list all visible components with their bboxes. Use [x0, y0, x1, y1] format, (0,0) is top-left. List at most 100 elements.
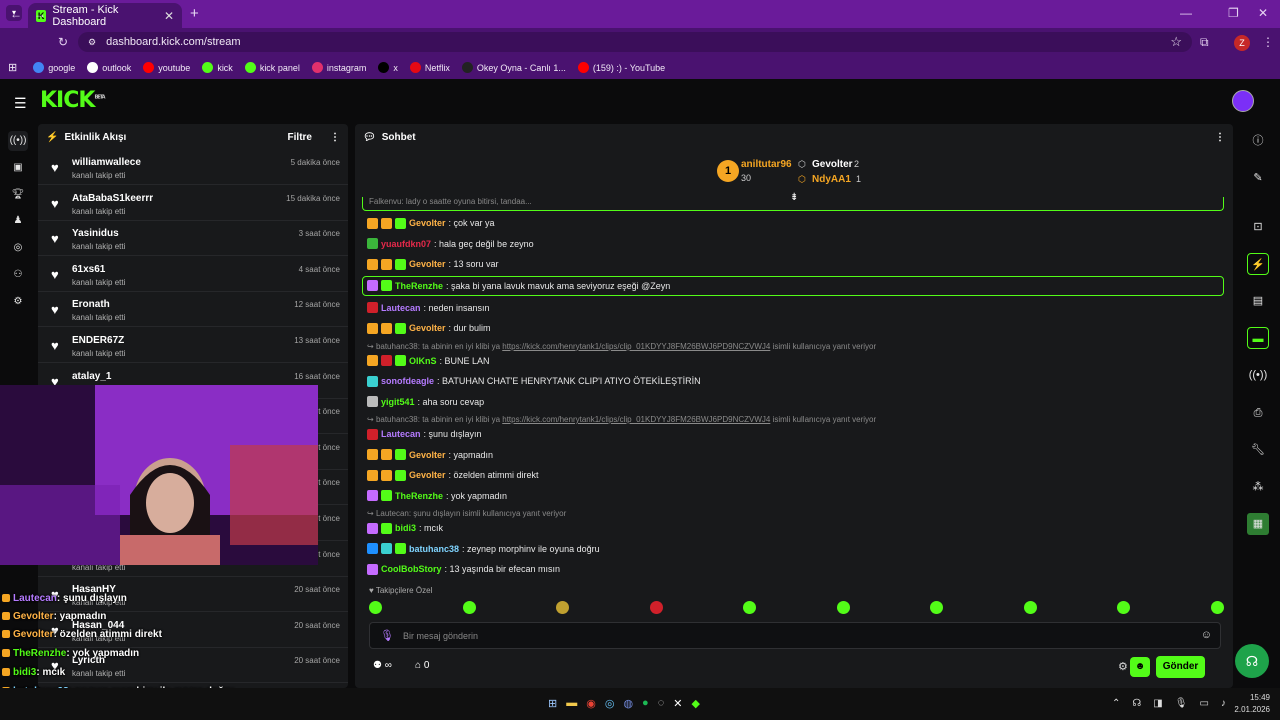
- extensions-icon[interactable]: ⧉: [1200, 35, 1209, 50]
- capture-icon[interactable]: ⊡: [1247, 216, 1269, 238]
- quick-emote[interactable]: [556, 601, 569, 614]
- chat-message[interactable]: sonofdeagle: BATUHAN CHAT'E HENRYTANK CL…: [367, 372, 1227, 390]
- chat-message[interactable]: Gevolter: 13 soru var: [367, 255, 1227, 273]
- quick-emote[interactable]: [930, 601, 943, 614]
- activity-event[interactable]: ♥ 61xs61 kanalı takip etti 4 saat önce: [38, 257, 348, 292]
- quick-emote[interactable]: [1023, 601, 1037, 614]
- headphones-icon[interactable]: ☊: [1132, 698, 1141, 709]
- info-icon[interactable]: ⓘ: [1247, 130, 1269, 152]
- chat-message[interactable]: CoolBobStory: 13 yaşında bir efecan mısı…: [367, 560, 1227, 578]
- start-icon[interactable]: ⊞: [548, 697, 557, 710]
- quick-emote[interactable]: [462, 601, 476, 614]
- bookmark-item[interactable]: kick panel: [244, 62, 300, 73]
- chat-username[interactable]: yuaufdkn07: [381, 239, 431, 249]
- browser-tab[interactable]: K Stream - Kick Dashboard ✕: [28, 3, 182, 28]
- kick-emote-icon[interactable]: ☻: [1130, 657, 1150, 677]
- chrome-icon[interactable]: ◉: [586, 697, 596, 710]
- chat-message[interactable]: Lautecan: şunu dışlayın: [367, 425, 1227, 443]
- activity-event[interactable]: ♥ Eronath kanalı takip etti 12 saat önce: [38, 292, 348, 328]
- activity-event[interactable]: ♥ Yasinidus kanalı takip etti 3 saat önce: [38, 221, 348, 257]
- bookmark-item[interactable]: Netflix: [409, 62, 450, 73]
- quick-emote[interactable]: [836, 601, 850, 614]
- bookmark-item[interactable]: x: [378, 62, 398, 73]
- kick-logo[interactable]: KICKBETA: [40, 88, 106, 113]
- volume-icon[interactable]: ♪: [1221, 698, 1226, 709]
- bookmark-item[interactable]: Okey Oyna - Canlı 1...: [461, 62, 566, 73]
- emoji-picker-icon[interactable]: ☺: [1201, 629, 1212, 641]
- pinned-message[interactable]: Falkenvu: lady o saatte oyuna bitirsi, t…: [362, 197, 1224, 211]
- reply-context[interactable]: ↪ Lautecan: şunu dışlayın isimli kullanı…: [367, 509, 1227, 518]
- activity-event[interactable]: ♥ ENDER67Z kanalı takip etti 13 saat önce: [38, 328, 348, 363]
- clock[interactable]: 15:49 2.01.2026: [1230, 693, 1270, 714]
- chat-message[interactable]: OlKnS: BUNE LAN: [367, 352, 1227, 370]
- connections-icon[interactable]: ⁂: [1247, 476, 1269, 498]
- chat-message[interactable]: Gevolter: özelden atimmi direkt: [367, 466, 1227, 484]
- profile-avatar[interactable]: Z: [1234, 35, 1250, 51]
- chat-message[interactable]: Gevolter: dur bulim: [367, 319, 1227, 337]
- leaderboard-third-name[interactable]: NdyAA1: [812, 174, 851, 185]
- moderation-icon[interactable]: ◎: [8, 238, 28, 258]
- settings-icon[interactable]: ⚙: [8, 292, 28, 312]
- site-info-icon[interactable]: ⚙: [88, 37, 96, 48]
- tray-app-icon[interactable]: ◨: [1153, 698, 1162, 709]
- bookmark-item[interactable]: (159) :) - YouTube: [577, 62, 665, 73]
- back-button[interactable]: ←: [10, 7, 22, 21]
- chat-message[interactable]: Gevolter: çok var ya: [367, 214, 1227, 232]
- chat-username[interactable]: Gevolter: [409, 470, 446, 480]
- reload-button[interactable]: ↻: [58, 35, 68, 49]
- tools-icon[interactable]: 🔧︎: [1247, 439, 1269, 461]
- leaderboard-first-name[interactable]: aniltutar96: [741, 159, 792, 170]
- activity-event[interactable]: ♥ AtaBabaS1keerrr kanalı takip etti 15 daki…: [38, 186, 348, 221]
- apps-icon[interactable]: ⊞: [8, 61, 17, 74]
- discord-icon[interactable]: ◍: [623, 697, 633, 710]
- chat-username[interactable]: Gevolter: [409, 450, 446, 460]
- community-icon[interactable]: ♟: [8, 211, 28, 231]
- steam-icon[interactable]: ◎: [605, 697, 615, 710]
- filter-button[interactable]: Filtre: [288, 132, 312, 143]
- microphone-icon[interactable]: 🎙︎: [380, 629, 394, 642]
- user-avatar[interactable]: [1232, 90, 1254, 112]
- notes-icon[interactable]: ▤: [1247, 290, 1269, 312]
- mic-tray-icon[interactable]: 🎙︎: [1175, 698, 1188, 709]
- x-app-icon[interactable]: ✕: [673, 697, 682, 710]
- file-explorer-icon[interactable]: ▬: [566, 697, 577, 710]
- chat-options-icon[interactable]: ⋮: [1215, 132, 1225, 143]
- network-icon[interactable]: ▭: [1199, 698, 1208, 709]
- quick-emote[interactable]: [369, 601, 382, 614]
- bookmark-item[interactable]: youtube: [143, 62, 190, 73]
- bookmark-item[interactable]: google: [33, 62, 75, 73]
- forward-button[interactable]: →: [34, 7, 46, 21]
- chat-username[interactable]: TheRenzhe: [395, 491, 443, 501]
- dashboard-icon[interactable]: ▣: [8, 158, 28, 178]
- broadcast-icon[interactable]: ((•)): [1247, 364, 1269, 386]
- chat-message[interactable]: batuhanc38: zeynep morphinv ile oyuna do…: [367, 540, 1227, 558]
- hamburger-menu-icon[interactable]: ☰: [14, 95, 27, 112]
- close-tab-icon[interactable]: ✕: [164, 9, 174, 23]
- chat-username[interactable]: yigit541: [381, 397, 415, 407]
- chat-username[interactable]: sonofdeagle: [381, 376, 434, 386]
- chat-message[interactable]: yigit541: aha soru cevap: [367, 393, 1227, 411]
- users-icon[interactable]: ⚇: [8, 265, 28, 285]
- chat-username[interactable]: batuhanc38: [409, 544, 459, 554]
- quick-emote[interactable]: [1117, 601, 1130, 614]
- trophy-icon[interactable]: 🏆︎: [8, 185, 28, 205]
- minimize-button[interactable]: —: [1180, 6, 1192, 20]
- activity-options-icon[interactable]: ⋮: [330, 132, 340, 143]
- quick-emote[interactable]: [743, 601, 756, 614]
- community-points-icon[interactable]: ⚉ ∞: [373, 660, 392, 671]
- chat-username[interactable]: CoolBobStory: [381, 564, 442, 574]
- chat-toggle-icon[interactable]: ▬: [1247, 327, 1269, 349]
- chat-username[interactable]: Gevolter: [409, 323, 446, 333]
- chat-message[interactable]: TheRenzhe: şaka bi yana lavuk mavuk ama …: [362, 275, 1224, 296]
- chat-username[interactable]: Lautecan: [381, 429, 421, 439]
- stream-icon[interactable]: ((•)): [8, 131, 28, 151]
- quick-emote[interactable]: [649, 601, 663, 614]
- spotify-icon[interactable]: ●: [642, 697, 649, 710]
- chat-username[interactable]: bidi3: [395, 523, 416, 533]
- close-window-button[interactable]: ✕: [1258, 6, 1268, 20]
- chat-username[interactable]: Gevolter: [409, 259, 446, 269]
- help-headset-icon[interactable]: ☊: [1235, 644, 1269, 678]
- extension-icon[interactable]: ▦: [1247, 513, 1269, 535]
- chat-message[interactable]: Lautecan: neden insansın: [367, 299, 1227, 317]
- activity-event[interactable]: ♥ williamwallece kanalı takip etti 5 dakika…: [38, 150, 348, 185]
